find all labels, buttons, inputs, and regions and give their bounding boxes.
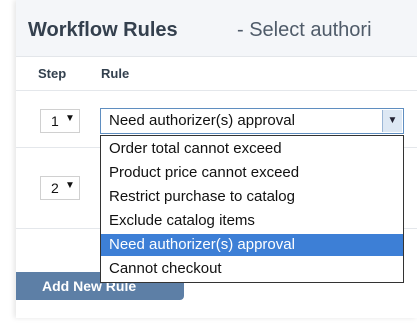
column-header-step: Step (38, 66, 67, 81)
step-select-row-1[interactable]: 1 ▼ (40, 109, 80, 133)
dropdown-option-selected[interactable]: Need authorizer(s) approval (101, 234, 403, 256)
page-subtitle: - Select authori (237, 19, 372, 41)
workflow-rules-panel: Workflow Rules - Select authori Step Rul… (16, 0, 417, 318)
chevron-down-icon[interactable]: ▼ (382, 110, 402, 132)
header-divider (16, 90, 417, 91)
dropdown-option[interactable]: Product price cannot exceed (101, 162, 403, 184)
dropdown-option[interactable]: Cannot checkout (101, 258, 403, 280)
panel-header: Workflow Rules - Select authori (16, 0, 417, 57)
chevron-down-icon: ▼ (65, 113, 75, 124)
dropdown-option[interactable]: Exclude catalog items (101, 210, 403, 232)
step-value: 2 (51, 180, 59, 196)
step-value: 1 (51, 113, 59, 129)
rule-value: Need authorizer(s) approval (109, 112, 295, 129)
column-header-rule: Rule (101, 66, 130, 81)
dropdown-option[interactable]: Restrict purchase to catalog (101, 186, 403, 208)
step-select-row-2[interactable]: 2 ▼ (40, 176, 80, 200)
rule-dropdown-list: Order total cannot exceed Product price … (100, 135, 404, 283)
page-title: Workflow Rules (28, 19, 178, 41)
chevron-down-icon: ▼ (65, 180, 75, 191)
rule-select-row-1[interactable]: Need authorizer(s) approval ▼ (100, 108, 404, 134)
dropdown-option[interactable]: Order total cannot exceed (101, 138, 403, 160)
